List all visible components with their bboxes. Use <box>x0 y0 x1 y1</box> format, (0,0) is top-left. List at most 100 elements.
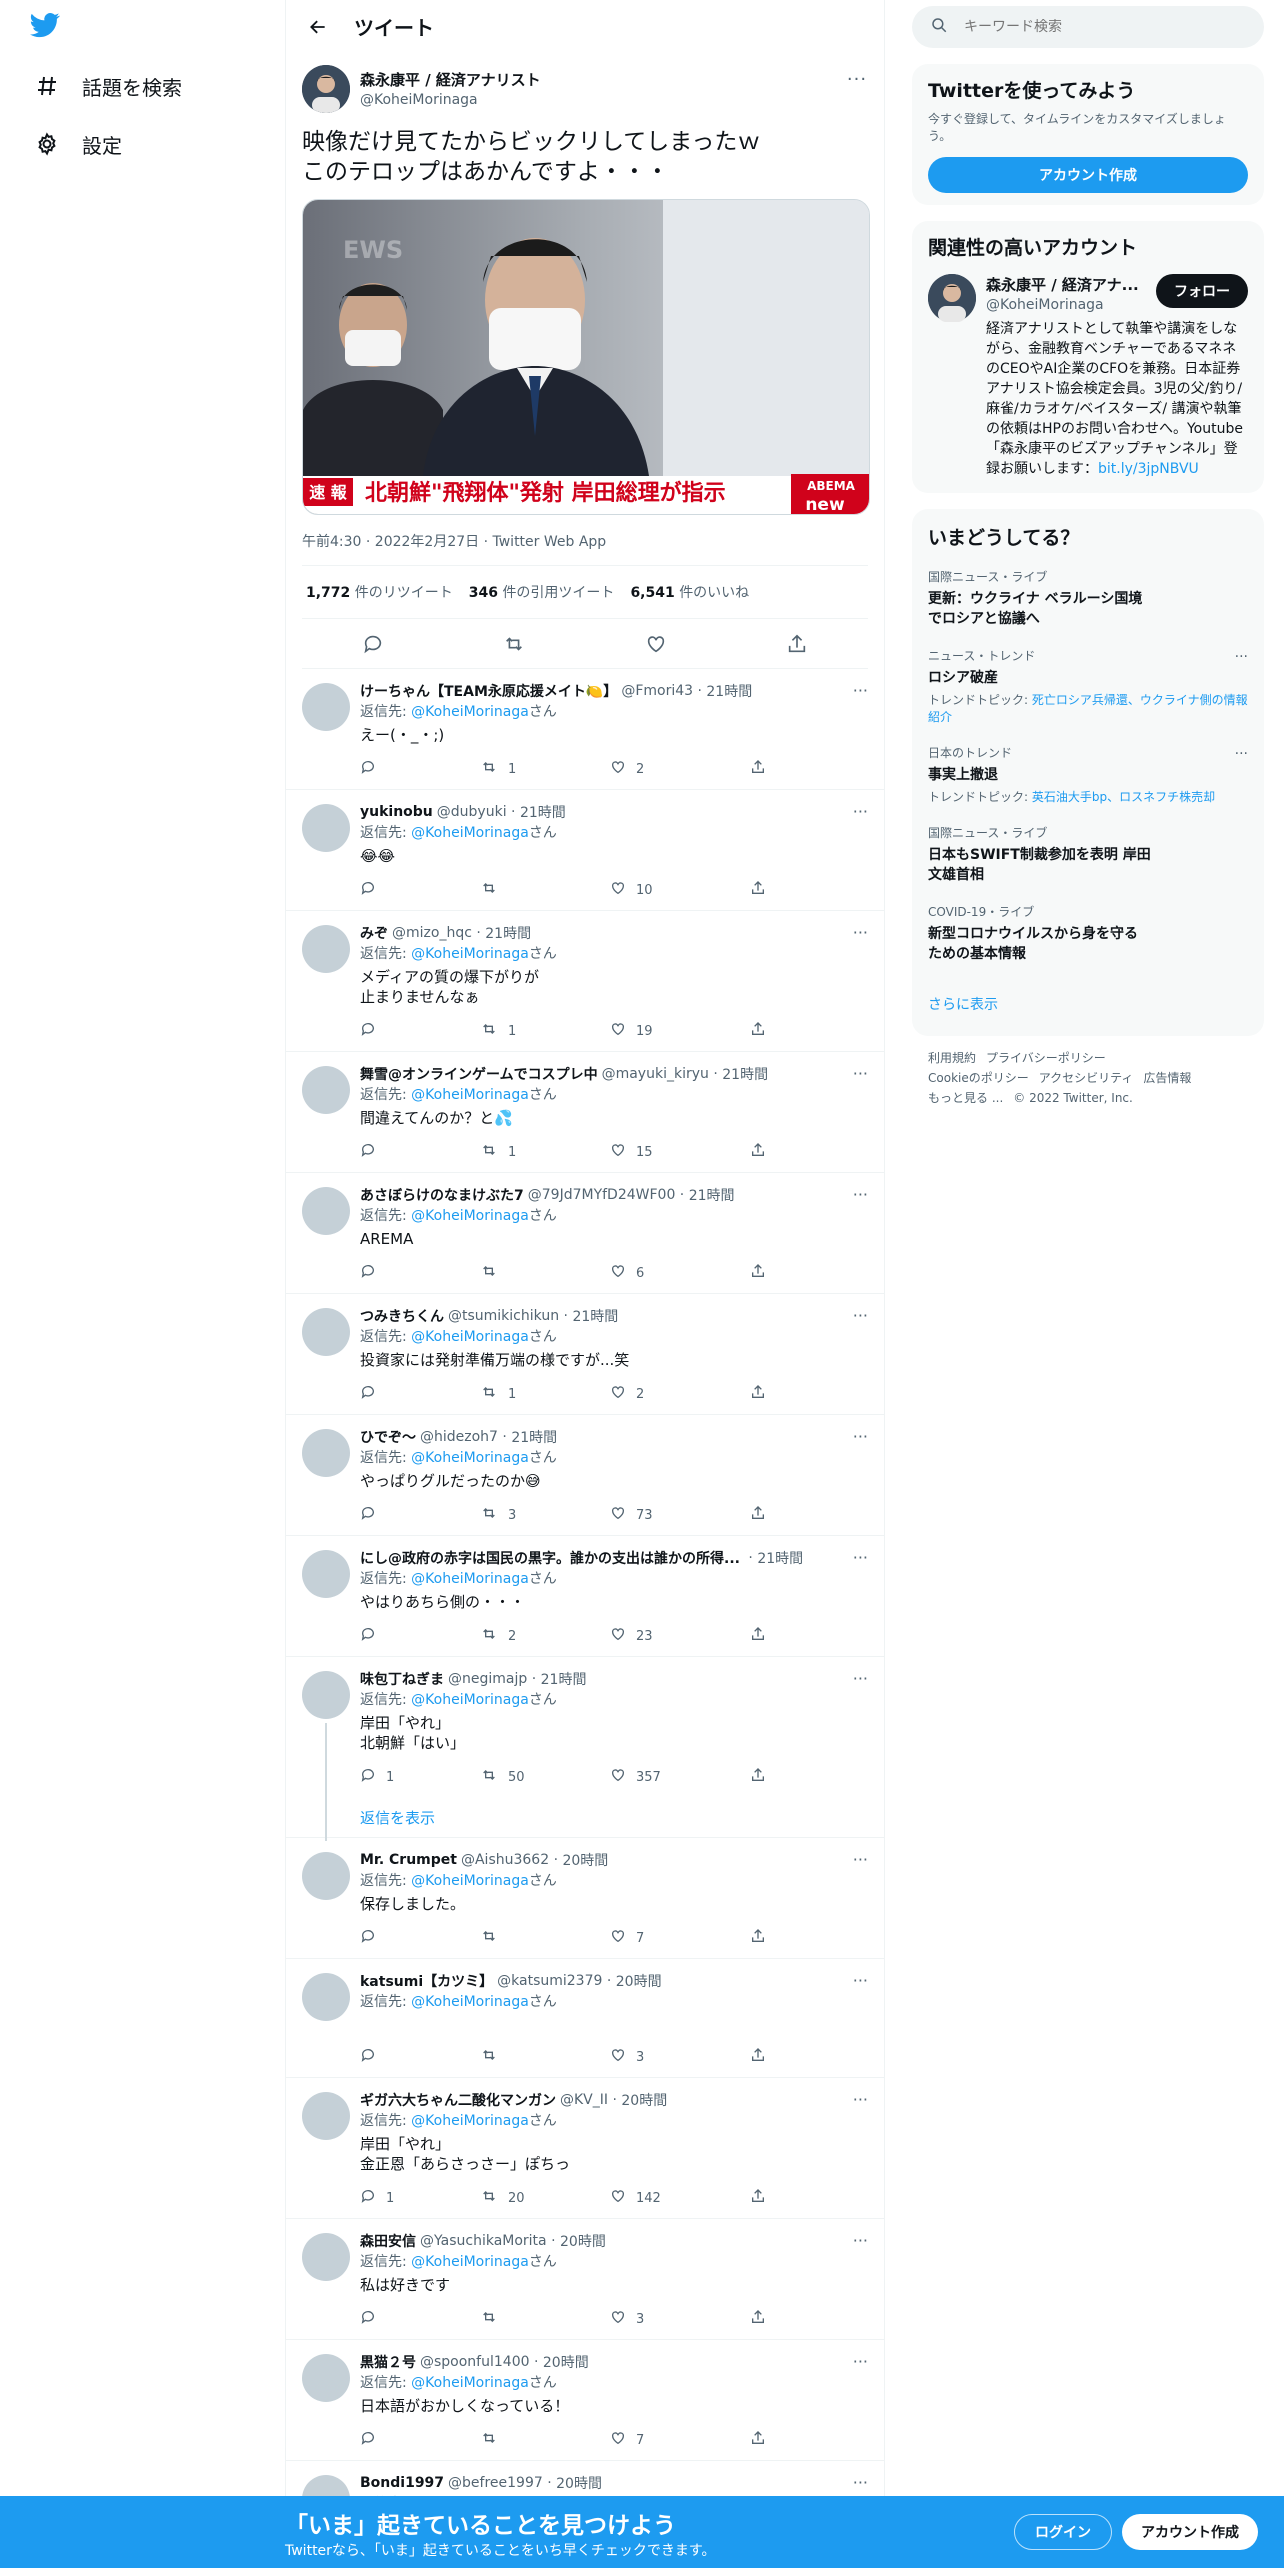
reply-item[interactable]: ··· 森田安信 @YasuchikaMorita · 20時間 返信先: @Kohe… <box>286 2219 884 2340</box>
retweet-button[interactable]: 3 <box>480 1505 610 1525</box>
tweet-image[interactable]: EWS 速 報 北朝鮮"飛翔体"発射 岸田総理が指示 ABEMA new <box>302 199 870 515</box>
reply-to-handle[interactable]: @KoheiMorinaga <box>411 2254 529 2270</box>
share-button[interactable] <box>750 759 776 779</box>
more-icon[interactable]: ··· <box>853 1306 868 1325</box>
reply-avatar[interactable] <box>302 1852 350 1900</box>
reply-to-handle[interactable]: @KoheiMorinaga <box>411 1208 529 1224</box>
retweet-button[interactable]: 1 <box>480 1142 610 1162</box>
more-icon[interactable]: ··· <box>853 1669 868 1688</box>
nav-settings[interactable]: 設定 <box>34 120 122 168</box>
trend-item[interactable]: 日本のトレンド 事実上撤退 トレンドトピック: 英石油大手bp、ロスネフチ株売却 ··… <box>928 744 1248 806</box>
retweet-button[interactable] <box>480 880 610 900</box>
reply-avatar[interactable] <box>302 1187 350 1235</box>
like-button[interactable]: 6 <box>610 1263 750 1283</box>
search-input[interactable] <box>964 19 1224 35</box>
retweet-button[interactable] <box>480 1928 610 1948</box>
reply-handle[interactable]: @hidezoh7 <box>420 1429 498 1445</box>
reply-to-handle[interactable]: @KoheiMorinaga <box>411 1873 529 1889</box>
reply-author-name[interactable]: つみきちくん <box>360 1306 444 1326</box>
reply-button[interactable]: 1 <box>360 1767 480 1787</box>
reply-author-name[interactable]: Mr. Crumpet <box>360 1852 457 1868</box>
more-icon[interactable]: ··· <box>1235 649 1248 665</box>
share-button[interactable] <box>750 1384 776 1404</box>
related-bio-link[interactable]: bit.ly/3jpNBVU <box>1098 461 1199 477</box>
more-icon[interactable]: ··· <box>853 1548 868 1567</box>
retweet-button[interactable]: 1 <box>480 1021 610 1041</box>
reply-handle[interactable]: @mayuki_kiryu <box>602 1066 709 1082</box>
reply-avatar[interactable] <box>302 804 350 852</box>
reply-time[interactable]: 20時間 <box>543 2352 589 2372</box>
show-more-link[interactable]: さらに表示 <box>928 994 1248 1014</box>
retweet-button[interactable]: 50 <box>480 1767 610 1787</box>
like-button[interactable]: 7 <box>610 1928 750 1948</box>
reply-button[interactable] <box>360 2430 480 2450</box>
more-icon[interactable]: ··· <box>853 1971 868 1990</box>
related-avatar[interactable] <box>928 274 976 322</box>
reply-avatar[interactable] <box>302 2233 350 2281</box>
reply-author-name[interactable]: katsumi【カツミ】 <box>360 1971 493 1991</box>
reply-avatar[interactable] <box>302 925 350 973</box>
like-button[interactable]: 7 <box>610 2430 750 2450</box>
share-button[interactable] <box>750 1263 776 1283</box>
reply-to-handle[interactable]: @KoheiMorinaga <box>411 1994 529 2010</box>
reply-avatar[interactable] <box>302 2354 350 2402</box>
reply-to-handle[interactable]: @KoheiMorinaga <box>411 1087 529 1103</box>
retweet-count[interactable]: 1,772 件のリツイート <box>306 582 453 602</box>
footer-link[interactable]: もっと見る ... <box>928 1091 1003 1105</box>
share-button[interactable] <box>750 1142 776 1162</box>
reply-author-name[interactable]: けーちゃん【TEAM永原応援メイト🍋】 <box>360 681 617 701</box>
reply-handle[interactable]: @Aishu3662 <box>461 1852 549 1868</box>
reply-author-name[interactable]: yukinobu <box>360 804 433 820</box>
reply-to-handle[interactable]: @KoheiMorinaga <box>411 2375 529 2391</box>
reply-button[interactable] <box>360 2309 480 2329</box>
reply-time[interactable]: 20時間 <box>616 1971 662 1991</box>
retweet-button[interactable]: 1 <box>480 759 610 779</box>
reply-button[interactable] <box>360 1021 480 1041</box>
reply-item[interactable]: ··· yukinobu @dubyuki · 21時間 返信先: @KoheiMor… <box>286 790 884 911</box>
follow-button[interactable]: フォロー <box>1156 274 1248 308</box>
trend-item[interactable]: COVID-19・ライブ 新型コロナウイルスから身を守る ための基本情報 <box>928 903 1248 964</box>
reply-time[interactable]: 21時間 <box>511 1427 557 1447</box>
reply-handle[interactable]: @spoonful1400 <box>420 2354 530 2370</box>
show-replies-link[interactable]: 返信を表示 <box>360 1797 868 1837</box>
retweet-button[interactable] <box>480 2047 610 2067</box>
more-icon[interactable]: ··· <box>853 681 868 700</box>
reply-time[interactable]: 20時間 <box>621 2090 667 2110</box>
like-count[interactable]: 6,541 件のいいね <box>630 582 749 602</box>
like-button[interactable]: 10 <box>610 880 750 900</box>
reply-author-name[interactable]: 舞雪@オンラインゲームでコスプレ中 <box>360 1064 598 1084</box>
more-icon[interactable]: ··· <box>853 802 868 821</box>
reply-item[interactable]: ··· katsumi【カツミ】 @katsumi2379 · 20時間 返信先: @… <box>286 1959 884 2078</box>
reply-item[interactable]: ··· にし@政府の赤字は国民の黒字。誰かの支出は誰かの所得... · 21時間返… <box>286 1536 884 1657</box>
more-icon[interactable]: ··· <box>853 1064 868 1083</box>
footer-link[interactable]: Cookieのポリシー <box>928 1071 1029 1085</box>
share-button[interactable] <box>750 2430 776 2450</box>
tweet-timestamp[interactable]: 午前4:30 · 2022年2月27日 · Twitter Web App <box>302 531 868 565</box>
share-button[interactable] <box>750 2309 776 2329</box>
footer-link[interactable]: プライバシーポリシー <box>986 1051 1106 1065</box>
login-button[interactable]: ログイン <box>1014 2514 1112 2550</box>
reply-avatar[interactable] <box>302 1066 350 1114</box>
like-button[interactable]: 3 <box>610 2047 750 2067</box>
reply-avatar[interactable] <box>302 2092 350 2140</box>
reply-time[interactable]: 21時間 <box>541 1669 587 1689</box>
reply-to-handle[interactable]: @KoheiMorinaga <box>411 704 529 720</box>
back-arrow-icon[interactable] <box>300 9 336 45</box>
share-button[interactable] <box>750 1021 776 1041</box>
reply-time[interactable]: 21時間 <box>722 1064 768 1084</box>
reply-author-name[interactable]: あさぼらけのなまけぶた7 <box>360 1185 524 1205</box>
more-icon[interactable]: ··· <box>846 69 868 90</box>
reply-avatar[interactable] <box>302 1308 350 1356</box>
quote-count[interactable]: 346 件の引用ツイート <box>469 582 615 602</box>
like-button[interactable]: 15 <box>610 1142 750 1162</box>
like-button[interactable]: 142 <box>610 2188 750 2208</box>
like-button[interactable]: 73 <box>610 1505 750 1525</box>
reply-avatar[interactable] <box>302 1550 350 1598</box>
share-button[interactable] <box>750 1767 776 1787</box>
like-icon[interactable] <box>636 624 676 664</box>
reply-avatar[interactable] <box>302 1671 350 1719</box>
reply-item[interactable]: ··· 舞雪@オンラインゲームでコスプレ中 @mayuki_kiryu · 21時間… <box>286 1052 884 1173</box>
reply-button[interactable]: 1 <box>360 2188 480 2208</box>
reply-handle[interactable]: @tsumikichikun <box>448 1308 559 1324</box>
reply-to-handle[interactable]: @KoheiMorinaga <box>411 1329 529 1345</box>
